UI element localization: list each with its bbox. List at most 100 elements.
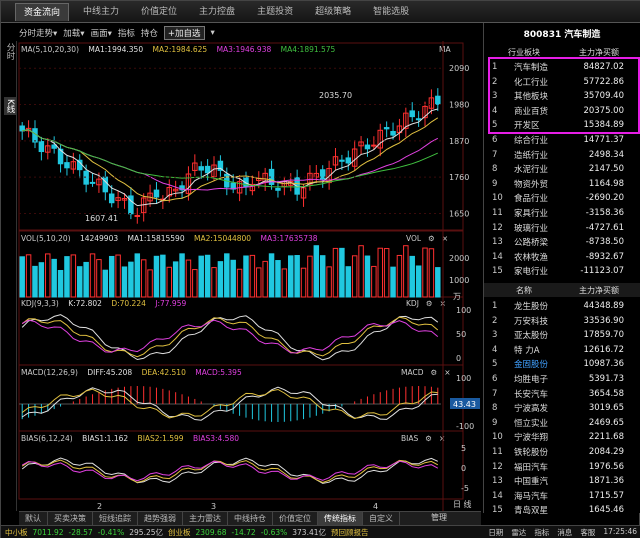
volume-bar — [409, 255, 415, 298]
candle-body — [371, 144, 377, 147]
manage-button[interactable]: 管理 — [431, 512, 447, 523]
indicator-tab[interactable]: 价值定位 — [273, 512, 318, 526]
list-item[interactable]: 15 家电行业 -11123.07 — [484, 264, 636, 278]
volume-bar — [160, 254, 166, 298]
index1-name[interactable]: 中小板 — [5, 527, 28, 538]
list-item[interactable]: 11 家具行业 -3158.36 — [484, 206, 636, 220]
item-name: 恒立实业 — [514, 418, 549, 429]
item-value: 2211.68 — [588, 432, 624, 443]
volume-bar — [211, 267, 217, 298]
candle-body — [339, 159, 345, 162]
volume-bar — [198, 255, 204, 298]
candle-body — [409, 110, 415, 118]
volume-bar — [57, 269, 64, 298]
item-name: 特 力A — [514, 345, 540, 356]
indicator-tab[interactable]: 中线持仓 — [228, 512, 273, 526]
indicator-tab[interactable]: 自定义 — [363, 512, 400, 526]
item-value: 33536.90 — [583, 315, 624, 326]
service-button[interactable]: 客服 — [580, 527, 595, 538]
rank: 15 — [492, 266, 503, 277]
list-item[interactable]: 11 铁轮股份 2084.29 — [484, 445, 636, 459]
bias-axis-label: 0 — [461, 464, 466, 473]
list-item[interactable]: 9 恒立实业 2469.65 — [484, 416, 636, 430]
item-value: 2498.34 — [588, 149, 624, 160]
list-item[interactable]: 6 均胜电子 5391.73 — [484, 372, 636, 386]
candle-body — [89, 181, 96, 184]
kdj-d-line — [21, 316, 439, 358]
indicator-tab[interactable]: 传统指标 — [318, 512, 363, 526]
list-item[interactable]: 8 宁波高发 3019.65 — [484, 401, 636, 415]
item-value: 1645.46 — [588, 505, 624, 516]
list-item[interactable]: 7 长安汽车 3654.58 — [484, 387, 636, 401]
item-name: 农林牧渔 — [514, 252, 549, 263]
item-name: 中国重汽 — [514, 477, 549, 488]
volume-bar — [435, 267, 441, 298]
list-item[interactable]: 1 龙生股份 44348.89 — [484, 299, 636, 313]
list-item[interactable]: 3 亚太股份 17859.70 — [484, 328, 636, 342]
message-button[interactable]: 消息 — [557, 527, 572, 538]
volume-bar — [428, 248, 435, 298]
calendar-button[interactable]: 日期 — [488, 527, 503, 538]
period-tab[interactable]: 线 — [464, 500, 472, 509]
notice-link[interactable]: 预回顾报告 — [331, 527, 369, 538]
indicator-tab[interactable]: 买卖决策 — [48, 512, 93, 526]
volume-bar — [140, 259, 147, 298]
bias-axis-label: -5 — [461, 484, 469, 493]
stock-header-value[interactable]: 主力净买额 — [564, 285, 634, 296]
rank: 12 — [492, 461, 503, 472]
list-item[interactable]: 12 玻璃行业 -4727.61 — [484, 221, 636, 235]
item-name: 海马汽车 — [514, 491, 549, 502]
volume-bar — [275, 260, 281, 298]
list-item[interactable]: 13 中国重汽 1871.36 — [484, 474, 636, 488]
price-axis-label: 1650 — [449, 209, 469, 218]
list-item[interactable]: 2 万安科技 33536.90 — [484, 314, 636, 328]
sector-header-value[interactable]: 主力净买额 — [564, 47, 634, 58]
volume-bar — [351, 255, 358, 298]
price-axis-label: 1980 — [449, 101, 469, 110]
list-item[interactable]: 13 公路桥梁 -8738.50 — [484, 235, 636, 249]
list-item[interactable]: 10 食品行业 -2690.20 — [484, 191, 636, 205]
item-name: 龙生股份 — [514, 302, 549, 312]
rank: 14 — [492, 490, 503, 501]
sector-header-name[interactable]: 行业板块 — [484, 47, 564, 58]
indicator-button[interactable]: 指标 — [534, 527, 549, 538]
list-item[interactable]: 15 青岛双星 1645.46 — [484, 503, 636, 517]
index2-name[interactable]: 创业板 — [168, 527, 191, 538]
rank: 3 — [492, 330, 498, 341]
list-item[interactable]: 5 金固股份 10987.36 — [484, 357, 636, 371]
volume-bar — [422, 247, 428, 298]
list-item[interactable]: 8 水泥行业 2147.50 — [484, 162, 636, 176]
indicator-tab[interactable]: 短线追踪 — [93, 512, 138, 526]
indicator-tab[interactable]: 趋势强弱 — [138, 512, 183, 526]
indicator-tab[interactable]: 主力雷达 — [183, 512, 228, 526]
volume-bar — [147, 269, 153, 298]
list-item[interactable]: 4 特 力A 12616.72 — [484, 343, 636, 357]
volume-bar — [224, 253, 230, 298]
item-name: 青岛双星 — [514, 506, 549, 517]
rank: 4 — [492, 344, 498, 355]
list-item[interactable]: 7 造纸行业 2498.34 — [484, 148, 636, 162]
list-item[interactable]: 6 综合行业 14771.37 — [484, 133, 636, 147]
app-window: 资金流向 中线主力 价值定位 主力控盘 主题投资 超级策略 智能选股 分时走势▾ 加载▾ 画… — [0, 0, 640, 538]
period-tab[interactable]: 日 — [453, 500, 461, 509]
rank: 15 — [492, 505, 503, 516]
kdj-k-line — [21, 314, 439, 361]
volume-bar — [115, 254, 121, 298]
list-item[interactable]: 14 海马汽车 1715.57 — [484, 489, 636, 503]
candle-body — [390, 130, 396, 136]
list-item[interactable]: 10 宁波华翔 2211.68 — [484, 430, 636, 444]
status-right-items: 日期 雷达 指标 消息 客服 17:25:46 — [488, 527, 640, 538]
item-name: 物资外贸 — [514, 179, 549, 190]
price-pane-frame — [18, 42, 464, 231]
date-axis-label: 2 — [97, 502, 102, 511]
indicator-tab[interactable]: 默认 — [19, 512, 48, 526]
list-item[interactable]: 14 农林牧渔 -8932.67 — [484, 250, 636, 264]
volume-bar — [403, 245, 409, 298]
list-item[interactable]: 9 物资外贸 1164.98 — [484, 177, 636, 191]
list-item[interactable]: 12 福田汽车 1976.56 — [484, 460, 636, 474]
kline-chart[interactable]: 2035.70 1607.41 2090 1980 1870 1760 1650 2000 10… — [1, 1, 483, 513]
rank: 13 — [492, 237, 503, 248]
stock-header-name[interactable]: 名称 — [484, 285, 564, 296]
volume-bar — [64, 256, 70, 298]
radar-button[interactable]: 雷达 — [511, 527, 526, 538]
